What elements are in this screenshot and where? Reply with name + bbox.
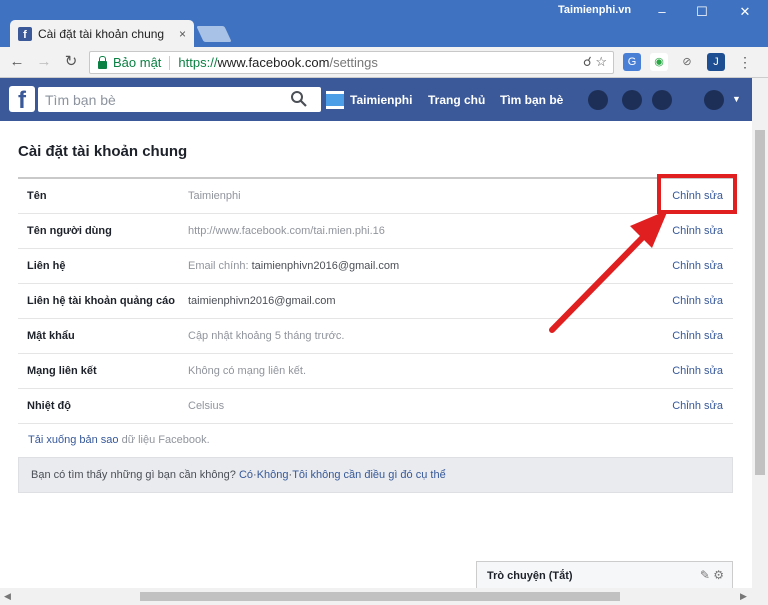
row-value: Email chính: taimienphivn2016@gmail.com bbox=[188, 260, 399, 272]
browser-tab[interactable]: f Cài đặt tài khoản chung × bbox=[10, 20, 194, 47]
annotation-highlight-box bbox=[657, 174, 737, 214]
horizontal-scrollbar[interactable]: ◀ ▶ bbox=[0, 588, 768, 605]
new-tab-button[interactable] bbox=[196, 26, 232, 42]
avatar bbox=[326, 91, 344, 109]
settings-table: Tên Taimienphi Chỉnh sửa Tên người dùng … bbox=[18, 177, 733, 424]
row-value: Celsius bbox=[188, 400, 225, 412]
menu-icon[interactable]: ⋮ bbox=[736, 53, 754, 71]
browser-toolbar: ← → ↻ Bảo mật https:// www.facebook.com … bbox=[0, 47, 768, 78]
row-label: Liên hệ bbox=[27, 260, 66, 272]
brand-watermark: Taimienphi.vn bbox=[558, 4, 632, 16]
tab-title: Cài đặt tài khoản chung bbox=[38, 26, 165, 41]
edit-username-button[interactable]: Chỉnh sửa bbox=[672, 225, 723, 237]
row-value: http://www.facebook.com/tai.mien.phi.16 bbox=[188, 225, 385, 237]
row-value-email: taimienphivn2016@gmail.com bbox=[251, 260, 400, 272]
feedback-no-link[interactable]: Không bbox=[257, 469, 289, 481]
download-copy-text: dữ liệu Facebook. bbox=[118, 434, 210, 446]
close-window-icon[interactable]: ✕ bbox=[735, 4, 755, 20]
feedback-box: Bạn có tìm thấy những gì bạn cần không? … bbox=[18, 457, 733, 493]
row-label: Tên bbox=[27, 190, 47, 202]
url-host: www.facebook.com bbox=[217, 55, 330, 70]
browser-window: f Cài đặt tài khoản chung × Taimienphi.v… bbox=[0, 0, 768, 605]
url-path: /settings bbox=[329, 55, 378, 70]
friend-requests-icon[interactable] bbox=[588, 90, 608, 110]
row-value: Taimienphi bbox=[188, 190, 241, 202]
maximize-icon[interactable]: ☐ bbox=[692, 4, 712, 20]
scroll-right-icon[interactable]: ▶ bbox=[740, 591, 747, 602]
page-title: Cài đặt tài khoản chung bbox=[18, 143, 188, 160]
notifications-globe-icon[interactable] bbox=[652, 90, 672, 110]
profile-link[interactable]: Taimienphi bbox=[326, 91, 412, 109]
chat-sidebar-bar[interactable]: Trò chuyện (Tắt) ✎ ⚙ bbox=[476, 561, 733, 589]
row-value: taimienphivn2016@gmail.com bbox=[188, 295, 336, 307]
row-value: Không có mạng liên kết. bbox=[188, 365, 307, 377]
row-label: Tên người dùng bbox=[27, 225, 112, 237]
account-menu-chevron-down-icon[interactable]: ▼ bbox=[732, 94, 741, 104]
horizontal-scroll-thumb[interactable] bbox=[140, 592, 620, 601]
vertical-scrollbar[interactable] bbox=[752, 78, 768, 588]
shield-extension-icon[interactable]: ◉ bbox=[650, 53, 668, 71]
row-label: Liên hệ tài khoản quảng cáo bbox=[27, 295, 175, 307]
edit-ad-contact-button[interactable]: Chỉnh sửa bbox=[672, 295, 723, 307]
scroll-left-icon[interactable]: ◀ bbox=[4, 591, 11, 602]
table-row: Nhiệt độ Celsius Chỉnh sửa bbox=[18, 389, 733, 424]
facebook-top-bar: f Taimienphi Trang chủ Tìm bạn bè ▼ bbox=[0, 78, 752, 121]
feedback-question: Bạn có tìm thấy những gì bạn cần không? bbox=[31, 469, 236, 481]
lock-icon bbox=[98, 55, 107, 69]
divider bbox=[169, 55, 171, 70]
reload-icon[interactable]: ↻ bbox=[62, 53, 80, 71]
edit-password-button[interactable]: Chỉnh sửa bbox=[672, 330, 723, 342]
row-label: Mật khẩu bbox=[27, 330, 75, 342]
nav-find-friends[interactable]: Tìm bạn bè bbox=[500, 93, 563, 107]
vertical-scroll-thumb[interactable] bbox=[755, 130, 765, 475]
feedback-none-link[interactable]: Tôi không cần điều gì đó cụ thể bbox=[292, 469, 446, 481]
j-extension-icon[interactable]: J bbox=[707, 53, 725, 71]
search-input[interactable] bbox=[38, 87, 321, 112]
address-bar[interactable]: Bảo mật https:// www.facebook.com /setti… bbox=[89, 51, 614, 74]
search-icon[interactable] bbox=[290, 90, 308, 108]
bookmark-star-icon[interactable]: ☌ ☆ bbox=[583, 54, 607, 70]
download-copy-line: Tải xuống bản sao dữ liệu Facebook. bbox=[28, 434, 210, 446]
edit-contact-button[interactable]: Chỉnh sửa bbox=[672, 260, 723, 272]
row-value-prefix: Email chính: bbox=[188, 260, 252, 272]
table-row: Liên hệ tài khoản quảng cáo taimienphivn… bbox=[18, 284, 733, 319]
chat-compose-settings-gear-icon[interactable]: ✎ ⚙ bbox=[700, 568, 724, 582]
chat-label: Trò chuyện (Tắt) bbox=[487, 570, 573, 582]
profile-name: Taimienphi bbox=[350, 93, 413, 107]
table-row: Mạng liên kết Không có mạng liên kết. Ch… bbox=[18, 354, 733, 389]
table-row: Liên hệ Email chính: taimienphivn2016@gm… bbox=[18, 249, 733, 284]
tab-close-icon[interactable]: × bbox=[179, 27, 186, 41]
messages-icon[interactable] bbox=[622, 90, 642, 110]
table-row: Tên Taimienphi Chỉnh sửa bbox=[18, 179, 733, 214]
back-icon[interactable]: ← bbox=[8, 53, 26, 71]
forward-icon[interactable]: → bbox=[35, 53, 53, 71]
table-row: Tên người dùng http://www.facebook.com/t… bbox=[18, 214, 733, 249]
title-bar: f Cài đặt tài khoản chung × Taimienphi.v… bbox=[0, 0, 768, 47]
url-protocol: https:// bbox=[178, 55, 218, 70]
row-label: Nhiệt độ bbox=[27, 400, 71, 412]
row-value: Cập nhật khoảng 5 tháng trước. bbox=[188, 330, 345, 342]
feedback-yes-link[interactable]: Có bbox=[239, 469, 253, 481]
facebook-logo-icon[interactable]: f bbox=[9, 86, 35, 112]
no-image-extension-icon[interactable]: ⊘ bbox=[678, 53, 696, 71]
table-row: Mật khẩu Cập nhật khoảng 5 tháng trước. … bbox=[18, 319, 733, 354]
row-label: Mạng liên kết bbox=[27, 365, 97, 377]
settings-content: Cài đặt tài khoản chung Tên Taimienphi C… bbox=[0, 121, 752, 589]
secure-label: Bảo mật bbox=[113, 55, 162, 70]
help-icon[interactable] bbox=[704, 90, 724, 110]
facebook-favicon-icon: f bbox=[18, 26, 32, 41]
edit-temperature-button[interactable]: Chỉnh sửa bbox=[672, 400, 723, 412]
translate-extension-icon[interactable]: G bbox=[623, 53, 641, 71]
minimize-icon[interactable]: – bbox=[652, 4, 672, 20]
edit-networks-button[interactable]: Chỉnh sửa bbox=[672, 365, 723, 377]
download-copy-link[interactable]: Tải xuống bản sao bbox=[28, 434, 119, 446]
nav-home[interactable]: Trang chủ bbox=[428, 93, 485, 107]
